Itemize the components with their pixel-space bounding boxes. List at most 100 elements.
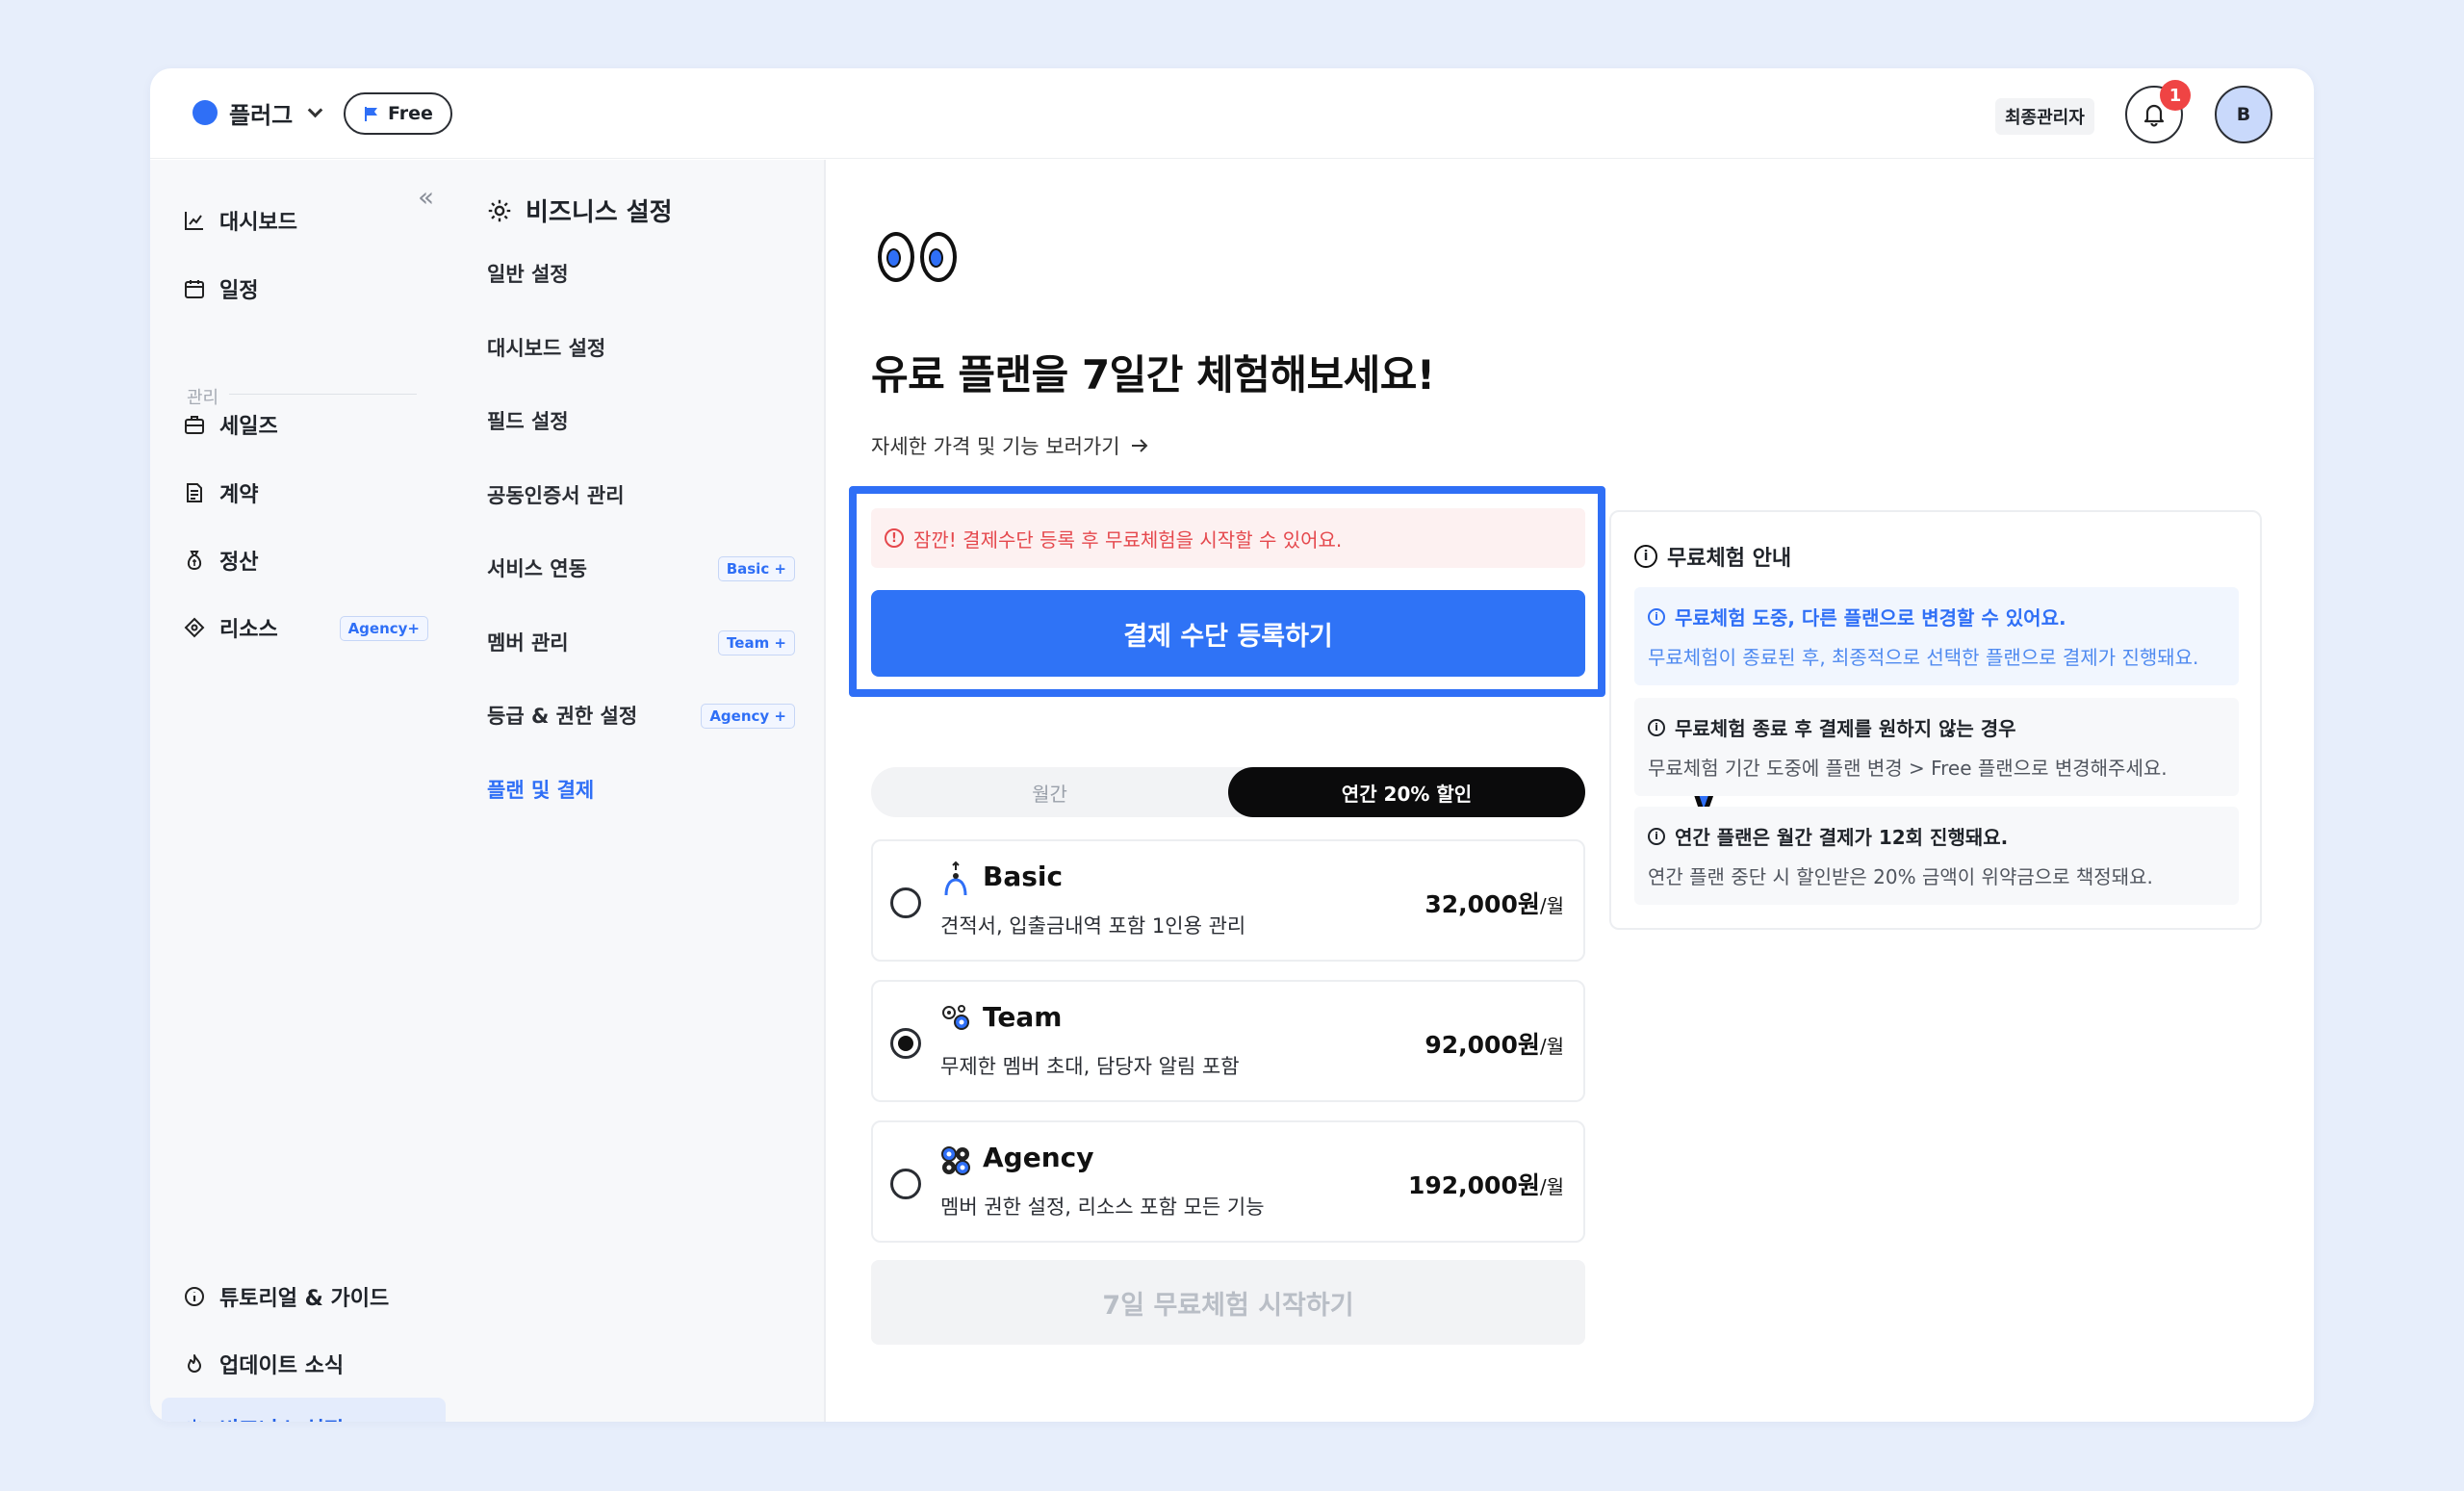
plan-pill[interactable]: Free (344, 92, 452, 135)
chevron-down-icon (307, 102, 323, 118)
start-trial-button[interactable]: 7일 무료체험 시작하기 (871, 1260, 1585, 1345)
info-card-title: 무료체험 도중, 다른 플랜으로 변경할 수 있어요. (1675, 606, 2066, 630)
gear-icon (488, 199, 511, 221)
sidebar-item-label: 비즈니스 설정 (219, 1413, 344, 1422)
pricing-details-link[interactable]: 자세한 가격 및 기능 보러가기 (871, 431, 1149, 460)
plan-price-amount: 32,000원 (1424, 890, 1540, 918)
avatar[interactable]: B (2215, 86, 2272, 143)
plan-description: 무제한 멤버 초대, 담당자 알림 포함 (940, 1055, 1240, 1078)
sidebar-item-settlement[interactable]: 정산 (162, 529, 446, 591)
settings-item-dashboard[interactable]: 대시보드 설정 (487, 328, 795, 367)
team-plan-icon (942, 1005, 969, 1030)
plan-price-unit: /월 (1539, 1175, 1564, 1198)
sidebar-item-label: 튜토리얼 & 가이드 (219, 1287, 390, 1311)
agency-plan-icon (941, 1146, 970, 1175)
workspace-switcher[interactable]: 플러그 (192, 93, 323, 132)
info-icon (183, 1285, 206, 1308)
top-header: 플러그 Free 최종관리자 1 B (150, 68, 2314, 159)
plan-requirement-badge: Agency + (701, 704, 795, 729)
info-card: i 무료체험 종료 후 결제를 원하지 않는 경우 무료체험 기간 도중에 플랜 … (1634, 698, 2239, 796)
sidebar-item-tutorial[interactable]: 튜토리얼 & 가이드 (162, 1266, 446, 1327)
plan-pill-label: Free (388, 103, 433, 124)
info-card-body: 무료체험 기간 도중에 플랜 변경 > Free 플랜으로 변경해주세요. (1648, 757, 2168, 780)
sidebar-item-label: 계약 (219, 483, 259, 507)
app-window: 플러그 Free 최종관리자 1 B « 대시보드 일정 관리 세일즈 계약 정… (150, 68, 2314, 1422)
sidebar-item-contract[interactable]: 계약 (162, 462, 446, 524)
basic-plan-icon (944, 861, 967, 896)
plan-option-basic[interactable]: Basic 견적서, 입출금내역 포함 1인용 관리 32,000원/월 (871, 839, 1585, 962)
plan-option-agency[interactable]: Agency 멤버 권한 설정, 리소스 포함 모든 기능 192,000원/월 (871, 1120, 1585, 1243)
info-card: i 연간 플랜은 월간 결제가 12회 진행돼요. 연간 플랜 중단 시 할인받은… (1634, 807, 2239, 905)
info-panel-title: i 무료체험 안내 (1634, 541, 1791, 572)
plan-name: Basic (983, 861, 1064, 892)
settings-item-label: 등급 & 권한 설정 (487, 705, 638, 728)
workspace-name: 플러그 (229, 101, 294, 129)
sidebar-item-resource[interactable]: 리소스 Agency+ (162, 597, 446, 658)
money-bag-icon (183, 549, 206, 572)
settings-item-label: 필드 설정 (487, 410, 569, 433)
settings-item-label: 공동인증서 관리 (487, 484, 625, 507)
sidebar-item-label: 세일즈 (219, 415, 278, 439)
bell-icon (2143, 104, 2165, 127)
notification-count-badge: 1 (2160, 80, 2191, 111)
register-payment-button[interactable]: 결제 수단 등록하기 (871, 590, 1585, 677)
settings-title-label: 비즈니스 설정 (526, 198, 673, 227)
info-icon: i (1634, 545, 1657, 568)
alert-icon: ! (885, 528, 904, 548)
pricing-details-link-label: 자세한 가격 및 기능 보러가기 (871, 435, 1120, 458)
sidebar-item-label: 업데이트 소식 (219, 1354, 345, 1378)
sidebar-item-business-settings[interactable]: 비즈니스 설정 (162, 1398, 446, 1422)
sidebar-item-label: 대시보드 (219, 211, 297, 235)
billing-period-toggle: 월간 연간 20% 할인 (871, 767, 1585, 817)
puzzle-icon (183, 616, 206, 639)
document-icon (183, 481, 206, 504)
toggle-yearly[interactable]: 연간 20% 할인 (1228, 767, 1585, 817)
info-icon: i (1648, 827, 1665, 845)
primary-sidebar: « 대시보드 일정 관리 세일즈 계약 정산 리소스 Agency+ 튜토리얼 … (150, 160, 458, 1422)
settings-item-general[interactable]: 일반 설정 (487, 254, 795, 293)
warning-text: 잠깐! 결제수단 등록 후 무료체험을 시작할 수 있어요. (913, 527, 1343, 552)
settings-item-plan-billing[interactable]: 플랜 및 결제 (487, 770, 795, 809)
plan-price: 192,000원/월 (1408, 1167, 1564, 1201)
sidebar-item-label: 일정 (219, 279, 259, 303)
sidebar-item-label: 정산 (219, 551, 259, 575)
plan-name: Team (983, 1001, 1063, 1033)
plan-price-amount: 92,000원 (1424, 1031, 1540, 1059)
radio-button[interactable] (890, 1169, 921, 1199)
sidebar-item-schedule[interactable]: 일정 (162, 258, 446, 320)
plan-name: Agency (983, 1142, 1094, 1173)
settings-item-fields[interactable]: 필드 설정 (487, 401, 795, 440)
sidebar-item-updates[interactable]: 업데이트 소식 (162, 1333, 446, 1395)
plan-price: 92,000원/월 (1424, 1026, 1564, 1061)
warning-banner: ! 잠깐! 결제수단 등록 후 무료체험을 시작할 수 있어요. (871, 508, 1585, 568)
page-title: 유료 플랜을 7일간 체험해보세요! (871, 351, 1435, 398)
settings-item-integrations[interactable]: 서비스 연동 Basic + (487, 549, 795, 587)
info-card: i 무료체험 도중, 다른 플랜으로 변경할 수 있어요. 무료체험이 종료된 후… (1634, 587, 2239, 685)
settings-item-label: 대시보드 설정 (487, 337, 606, 360)
radio-button[interactable] (890, 1028, 921, 1059)
info-panel-title-label: 무료체험 안내 (1667, 547, 1792, 571)
settings-item-certificate[interactable]: 공동인증서 관리 (487, 476, 795, 514)
sidebar-item-sales[interactable]: 세일즈 (162, 394, 446, 455)
settings-item-roles[interactable]: 등급 & 권한 설정 Agency + (487, 696, 795, 734)
arrow-right-icon (1131, 439, 1147, 452)
calendar-icon (183, 277, 206, 300)
flag-icon (365, 107, 377, 121)
radio-button[interactable] (890, 887, 921, 918)
plan-requirement-badge: Agency+ (339, 616, 428, 641)
info-card-title: 무료체험 종료 후 결제를 원하지 않는 경우 (1675, 717, 2016, 740)
settings-item-label: 멤버 관리 (487, 631, 569, 655)
plan-price: 32,000원/월 (1424, 886, 1564, 920)
info-card-body: 연간 플랜 중단 시 할인받은 20% 금액이 위약금으로 책정돼요. (1648, 865, 2153, 888)
plan-option-team[interactable]: Team 무제한 멤버 초대, 담당자 알림 포함 92,000원/월 (871, 980, 1585, 1102)
plan-price-unit: /월 (1539, 1035, 1564, 1058)
settings-item-label: 서비스 연동 (487, 557, 587, 580)
toggle-monthly[interactable]: 월간 (871, 767, 1228, 817)
settings-item-members[interactable]: 멤버 관리 Team + (487, 623, 795, 661)
sidebar-item-dashboard[interactable]: 대시보드 (162, 190, 446, 251)
info-icon: i (1648, 607, 1665, 626)
briefcase-icon (183, 413, 206, 436)
chart-icon (183, 209, 206, 232)
role-badge: 최종관리자 (1995, 98, 2094, 135)
main-content: 유료 플랜을 7일간 체험해보세요! 자세한 가격 및 기능 보러가기 ! 잠깐… (828, 160, 2314, 1422)
